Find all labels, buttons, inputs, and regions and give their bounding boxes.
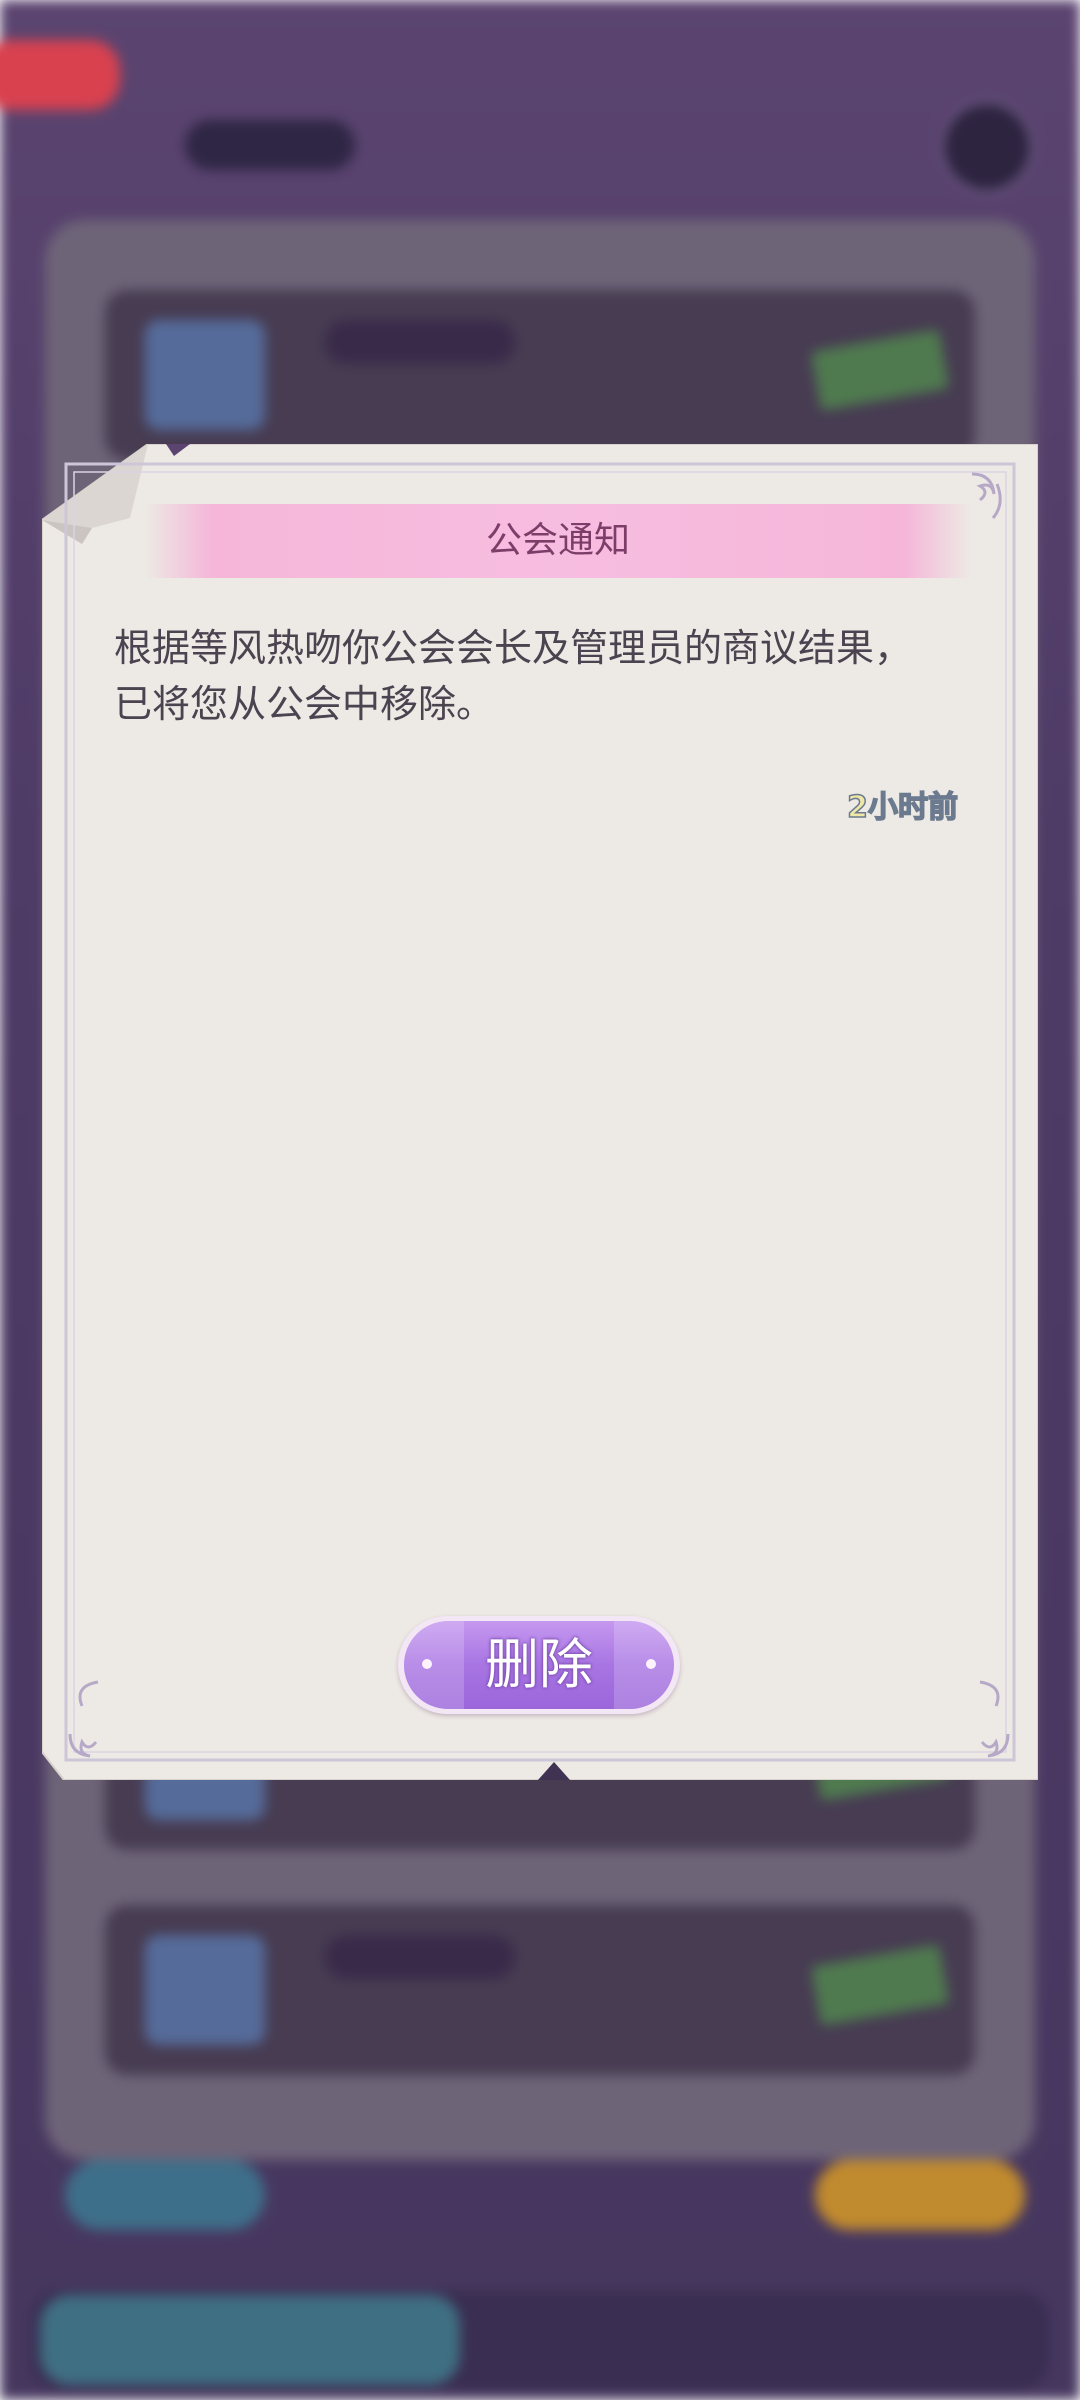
- delete-button[interactable]: 删除: [398, 1616, 680, 1714]
- notice-timestamp: 2小时前: [846, 789, 958, 826]
- stamp-icon: [810, 329, 950, 411]
- bottom-tab-active: [40, 2295, 460, 2385]
- envelope-icon: [145, 1935, 265, 2045]
- notice-message: 根据等风热吻你公会会长及管理员的商议结果， 已将您从公会中移除。: [114, 626, 913, 726]
- dialog-title-banner: 公会通知: [146, 504, 970, 578]
- mail-chip: [325, 320, 515, 364]
- delete-button-label: 删除: [485, 1633, 593, 1696]
- mail-card: [105, 290, 975, 460]
- dialog-title: 公会通知: [485, 520, 630, 561]
- guild-notice-dialog: 公会通知 根据等风热吻你公会会长及管理员的商议结果， 已将您从公会中移除。 2小…: [42, 444, 1038, 1780]
- background-button-left: [65, 2160, 265, 2230]
- stamp-icon: [810, 1944, 950, 2026]
- back-badge: [0, 40, 120, 110]
- envelope-icon: [145, 320, 265, 430]
- background-button-right: [815, 2160, 1025, 2230]
- mail-card: [105, 1905, 975, 2075]
- mail-chip: [325, 1935, 515, 1979]
- background-pill: [185, 120, 355, 170]
- pencil-icon: [940, 100, 1034, 194]
